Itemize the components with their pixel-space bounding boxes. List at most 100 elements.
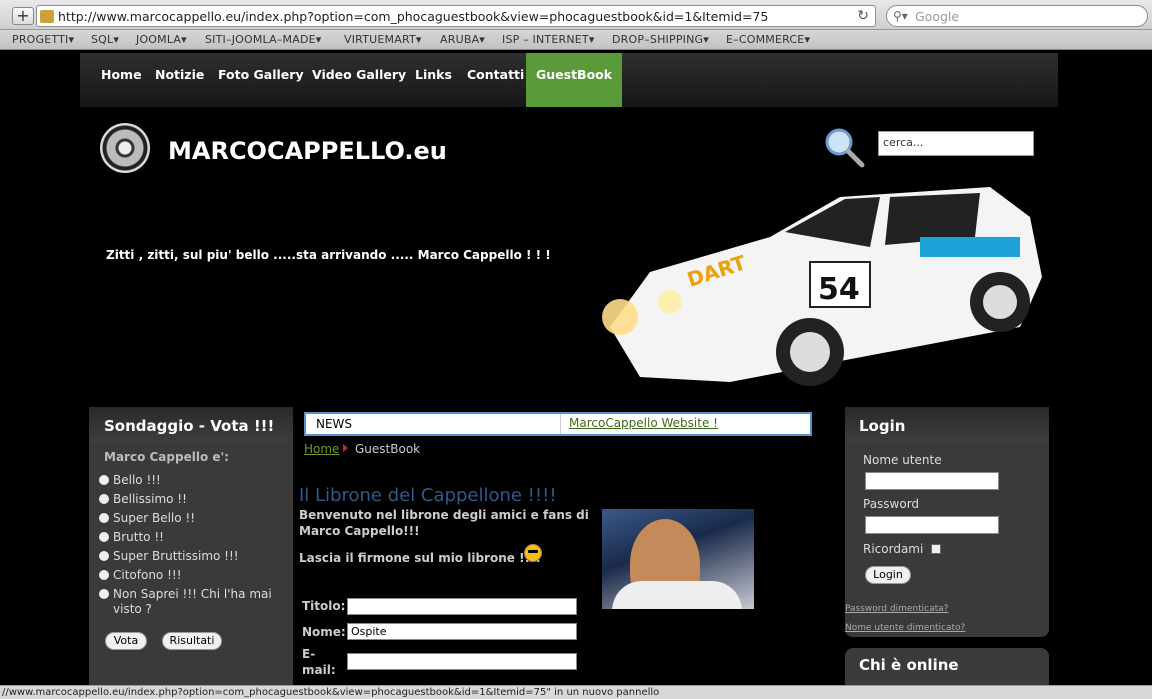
site-search-input[interactable]: cerca... xyxy=(878,131,1034,156)
driver-suit xyxy=(612,581,742,609)
login-title: Login xyxy=(845,407,1049,443)
remember-checkbox[interactable] xyxy=(931,544,941,554)
site-tagline: Zitti , zitti, sul piu' bello .....sta a… xyxy=(106,248,551,262)
vote-button[interactable]: Vota xyxy=(105,632,147,650)
url-text[interactable]: http://www.marcocappello.eu/index.php?op… xyxy=(58,9,768,24)
browser-search-bar[interactable]: ⚲▾ Google xyxy=(886,5,1148,27)
radio-button[interactable] xyxy=(99,532,109,542)
bookmark-drop-shipping[interactable]: DROP–SHIPPING▾ xyxy=(612,33,709,46)
radio-button[interactable] xyxy=(99,513,109,523)
forgot-password-link[interactable]: Password dimenticata? xyxy=(845,604,948,614)
email-field[interactable] xyxy=(347,653,577,670)
guestbook-title: Il Librone del Cappellone !!!! xyxy=(299,485,557,506)
poll-option-label: Super Bello !! xyxy=(113,511,196,525)
guestbook-intro: Benvenuto nel librone degli amici e fans… xyxy=(299,507,589,539)
nav-video-gallery[interactable]: Video Gallery xyxy=(312,53,406,107)
browser-toolbar: + http://www.marcocappello.eu/index.php?… xyxy=(0,0,1152,30)
poll-option[interactable]: Super Bello !! xyxy=(99,511,195,525)
username-label: Nome utente xyxy=(863,453,942,467)
magnifier-icon xyxy=(825,128,865,168)
results-button[interactable]: Risultati xyxy=(162,632,222,650)
nav-guestbook[interactable]: GuestBook xyxy=(526,53,623,107)
browser-search-placeholder[interactable]: Google xyxy=(915,9,959,24)
search-engine-icon[interactable]: ⚲▾ xyxy=(893,9,908,23)
who-online-module: Chi è online xyxy=(845,648,1049,685)
bookmark-e-commerce[interactable]: E–COMMERCE▾ xyxy=(726,33,810,46)
web-page: Home Notizie Foto Gallery Video Gallery … xyxy=(0,51,1152,685)
bookmark-joomla[interactable]: JOOMLA▾ xyxy=(136,33,187,46)
bookmarks-bar: PROGETTI▾ SQL▾ JOOMLA▾ SITI–JOOMLA–MADE▾… xyxy=(0,30,1152,50)
driver-photo xyxy=(602,509,754,609)
radio-button[interactable] xyxy=(99,494,109,504)
poll-option-label: Bello !!! xyxy=(113,473,161,487)
bookmark-virtuemart[interactable]: VIRTUEMART▾ xyxy=(344,33,422,46)
bookmark-isp-internet[interactable]: ISP – INTERNET▾ xyxy=(502,33,595,46)
poll-option[interactable]: Brutto !! xyxy=(99,530,164,544)
name-label: Nome: xyxy=(302,625,346,639)
news-divider xyxy=(560,414,561,434)
bookmark-progetti[interactable]: PROGETTI▾ xyxy=(12,33,74,46)
bookmark-aruba[interactable]: ARUBA▾ xyxy=(440,33,485,46)
email-label-continued: mail: xyxy=(302,663,336,677)
main-content: NEWS MarcoCappello Website ! Home GuestB… xyxy=(294,407,844,685)
guestbook-intro-line: Marco Cappello!!! xyxy=(299,524,420,538)
poll-option[interactable]: Bellissimo !! xyxy=(99,492,187,506)
site-header: MARCOCAPPELLO.eu Zitti , zitti, sul piu'… xyxy=(80,107,1058,407)
news-ticker: NEWS MarcoCappello Website ! xyxy=(304,412,812,436)
password-label: Password xyxy=(863,497,920,511)
bookmark-siti-joomla-made[interactable]: SITI–JOOMLA–MADE▾ xyxy=(205,33,322,46)
radio-button[interactable] xyxy=(99,589,109,599)
login-button[interactable]: Login xyxy=(865,566,911,584)
news-link[interactable]: MarcoCappello Website ! xyxy=(569,416,718,430)
wheel-logo-icon xyxy=(100,123,150,173)
poll-question: Marco Cappello e': xyxy=(104,450,229,464)
browser-status-bar: //www.marcocappello.eu/index.php?option=… xyxy=(0,685,1152,699)
left-module-2 xyxy=(89,673,293,685)
email-label: E- xyxy=(302,647,316,661)
poll-title: Sondaggio - Vota !!! xyxy=(89,407,293,443)
bookmark-sql[interactable]: SQL▾ xyxy=(91,33,119,46)
site-brand[interactable]: MARCOCAPPELLO.eu xyxy=(168,137,447,165)
address-bar[interactable]: http://www.marcocappello.eu/index.php?op… xyxy=(36,5,876,27)
name-field[interactable]: Ospite xyxy=(347,623,577,640)
radio-button[interactable] xyxy=(99,475,109,485)
guestbook-intro-line: Benvenuto nel librone degli amici e fans… xyxy=(299,508,589,522)
poll-option-label: Super Bruttissimo !!! xyxy=(113,549,239,563)
nav-home[interactable]: Home xyxy=(101,53,142,107)
breadcrumb-home[interactable]: Home xyxy=(304,442,339,456)
radio-button[interactable] xyxy=(99,570,109,580)
reload-icon[interactable]: ↻ xyxy=(857,8,869,24)
poll-option-label: Citofono !!! xyxy=(113,568,182,582)
nav-foto-gallery[interactable]: Foto Gallery xyxy=(218,53,304,107)
nav-contatti[interactable]: Contatti xyxy=(467,53,524,107)
title-field[interactable] xyxy=(347,598,577,615)
poll-option-label: Brutto !! xyxy=(113,530,164,544)
news-label: NEWS xyxy=(316,417,353,431)
poll-option-label: Non Saprei !!! Chi l'ha mai xyxy=(113,587,272,601)
main-nav: Home Notizie Foto Gallery Video Gallery … xyxy=(80,53,1058,107)
radio-button[interactable] xyxy=(99,551,109,561)
poll-option-label: Bellissimo !! xyxy=(113,492,187,506)
nav-links[interactable]: Links xyxy=(415,53,452,107)
guestbook-sign-text: Lascia il firmone sul mio librone !!!! xyxy=(299,551,541,565)
breadcrumb-arrow-icon xyxy=(343,444,348,452)
poll-option[interactable]: Non Saprei !!! Chi l'ha mai xyxy=(99,587,272,601)
poll-module: Sondaggio - Vota !!! Marco Cappello e': … xyxy=(89,407,293,685)
forgot-username-link[interactable]: Nome utente dimenticato? xyxy=(845,623,965,633)
nav-notizie[interactable]: Notizie xyxy=(155,53,204,107)
poll-option-label-continued: visto ? xyxy=(113,602,152,616)
site-favicon-icon xyxy=(40,10,54,23)
poll-option[interactable]: Citofono !!! xyxy=(99,568,182,582)
poll-option[interactable]: Super Bruttissimo !!! xyxy=(99,549,239,563)
remember-label: Ricordami xyxy=(863,542,924,556)
title-label: Titolo: xyxy=(302,599,346,613)
login-module: Login Nome utente Password Ricordami Log… xyxy=(845,407,1049,637)
username-field[interactable] xyxy=(865,472,999,490)
sunglasses-smiley-icon xyxy=(524,544,542,562)
new-tab-button[interactable]: + xyxy=(12,7,34,25)
password-field[interactable] xyxy=(865,516,999,534)
poll-option[interactable]: Bello !!! xyxy=(99,473,161,487)
who-online-title: Chi è online xyxy=(859,656,959,674)
breadcrumb-current: GuestBook xyxy=(355,442,421,456)
svg-text:54: 54 xyxy=(818,272,860,307)
